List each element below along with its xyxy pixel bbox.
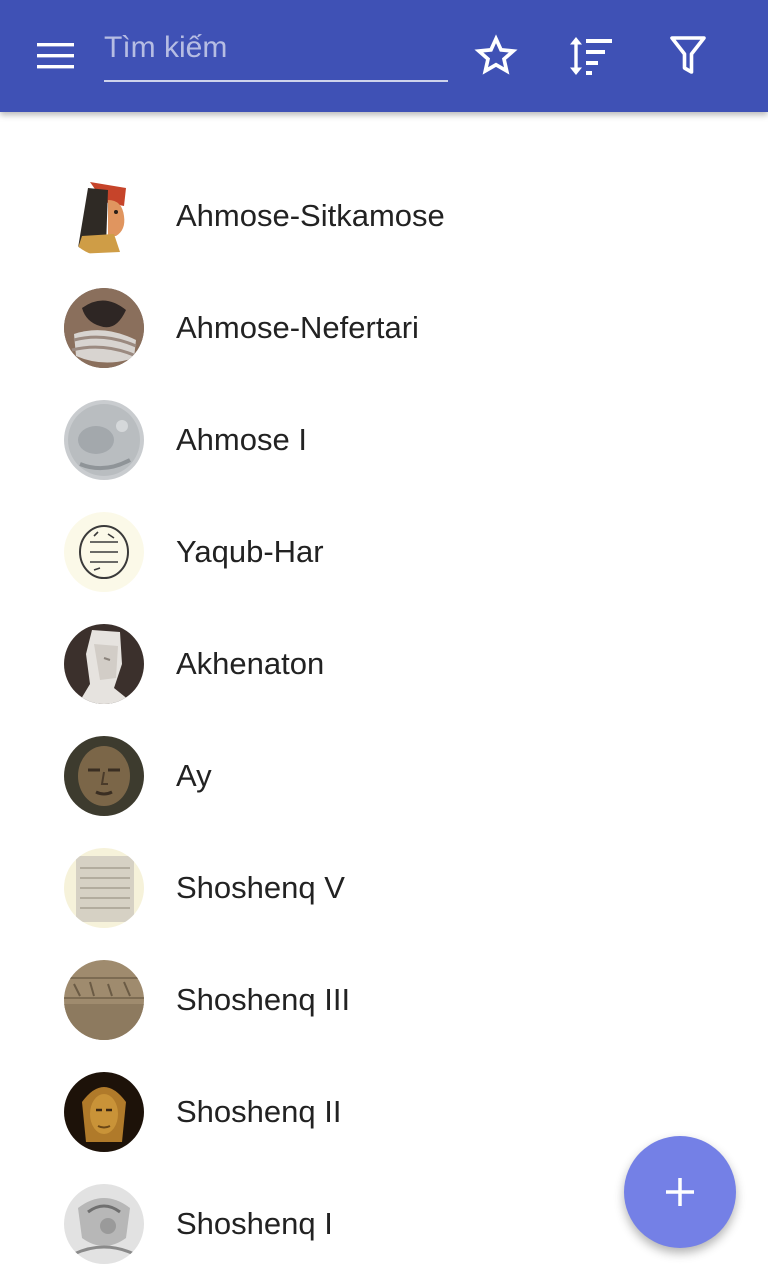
avatar (64, 400, 144, 480)
list-item[interactable]: Shoshenq V (0, 832, 768, 944)
avatar (64, 736, 144, 816)
avatar (64, 176, 144, 256)
star-outline-icon (474, 34, 518, 75)
list-item[interactable]: Yaqub-Har (0, 496, 768, 608)
item-label: Shoshenq I (176, 1206, 333, 1241)
item-label: Ahmose-Sitkamose (176, 198, 445, 233)
filter-button[interactable] (656, 24, 720, 88)
list-item[interactable]: Ahmose-Sitkamose (0, 160, 768, 272)
item-label: Ahmose-Nefertari (176, 310, 419, 345)
item-label: Shoshenq V (176, 870, 345, 905)
plus-icon (666, 1178, 694, 1206)
item-label: Yaqub-Har (176, 534, 324, 569)
item-label: Akhenaton (176, 646, 325, 681)
hamburger-menu-icon (37, 43, 74, 69)
sort-button[interactable] (560, 24, 624, 88)
menu-button[interactable] (24, 24, 88, 88)
avatar (64, 288, 144, 368)
item-label: Ahmose I (176, 422, 307, 457)
search-field (104, 20, 448, 82)
list-item[interactable]: Ahmose I (0, 384, 768, 496)
avatar (64, 1184, 144, 1264)
pharaoh-list: Ahmose-Sitkamose Ahmose-Nefertari Ahmose… (0, 160, 768, 1280)
list-item[interactable]: Ay (0, 720, 768, 832)
add-button[interactable] (624, 1136, 736, 1248)
avatar (64, 512, 144, 592)
sort-icon (570, 37, 612, 75)
avatar (64, 848, 144, 928)
list-item[interactable]: Shoshenq III (0, 944, 768, 1056)
item-label: Ay (176, 758, 212, 793)
list-item[interactable]: Akhenaton (0, 608, 768, 720)
item-label: Shoshenq II (176, 1094, 342, 1129)
search-input[interactable] (104, 20, 448, 76)
item-label: Shoshenq III (176, 982, 351, 1017)
avatar (64, 1072, 144, 1152)
list-item[interactable]: Ahmose-Nefertari (0, 272, 768, 384)
avatar (64, 960, 144, 1040)
avatar (64, 624, 144, 704)
app-bar (0, 0, 768, 112)
favorites-button[interactable] (464, 24, 528, 88)
filter-icon (670, 36, 706, 74)
